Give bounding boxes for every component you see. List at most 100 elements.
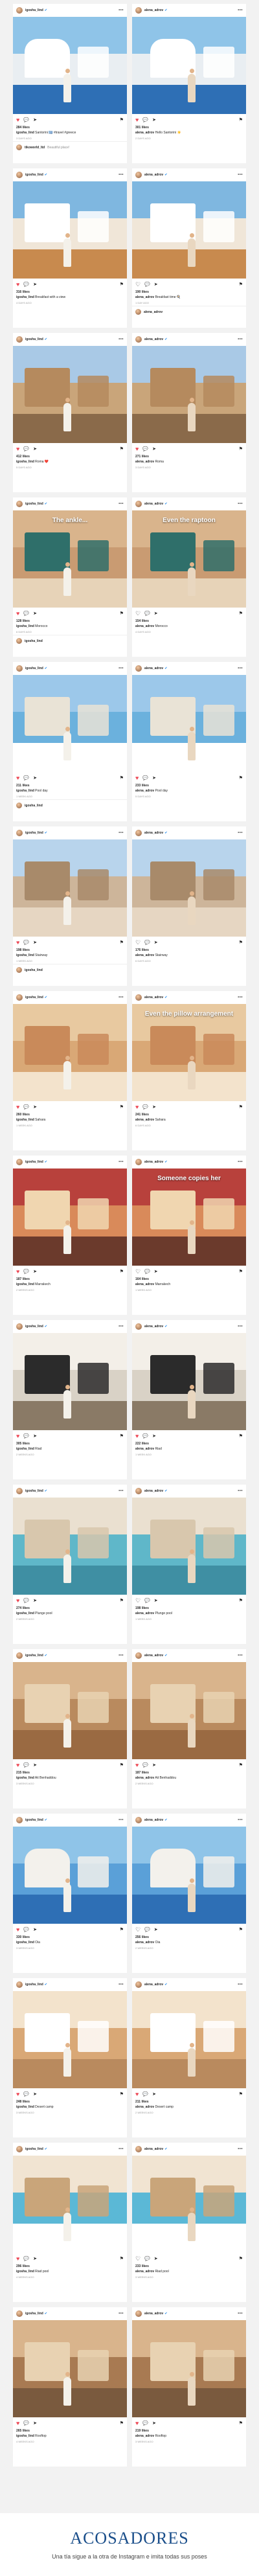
avatar[interactable]	[135, 1323, 142, 1330]
comment-icon[interactable]: 💬	[23, 1927, 29, 1932]
share-icon[interactable]: ➤	[33, 1433, 37, 1439]
post-photo[interactable]	[13, 2156, 127, 2253]
commenter-avatar[interactable]	[16, 144, 22, 150]
more-options-icon[interactable]: •••	[118, 1489, 124, 1493]
comment-icon[interactable]: 💬	[23, 282, 29, 287]
caption-username[interactable]: igosha_lind	[16, 789, 34, 793]
post-photo[interactable]	[132, 181, 246, 279]
avatar[interactable]	[135, 501, 142, 507]
commenter-name[interactable]: igosha_lind	[25, 804, 43, 808]
caption-username[interactable]: igosha_lind	[16, 1941, 34, 1944]
bookmark-icon[interactable]: ⚑	[239, 446, 243, 451]
post-username[interactable]: igosha_lind	[25, 667, 43, 670]
more-options-icon[interactable]: •••	[118, 996, 124, 999]
post-username[interactable]: igosha_lind	[25, 2312, 43, 2316]
more-options-icon[interactable]: •••	[238, 8, 243, 12]
avatar[interactable]	[135, 1652, 142, 1659]
avatar[interactable]	[135, 7, 142, 14]
avatar[interactable]	[16, 336, 23, 343]
post-username[interactable]: igosha_lind	[25, 1818, 43, 1822]
caption-username[interactable]: alena_adrov	[135, 1118, 154, 1122]
like-heart-icon[interactable]: ♡	[135, 610, 141, 617]
like-heart-icon[interactable]: ♥	[16, 117, 19, 123]
post-photo[interactable]	[13, 839, 127, 937]
comment-icon[interactable]: 💬	[144, 282, 150, 287]
post-username[interactable]: alena_adrov	[144, 1983, 163, 1987]
share-icon[interactable]: ➤	[154, 940, 158, 945]
like-heart-icon[interactable]: ♡	[135, 1268, 141, 1275]
more-options-icon[interactable]: •••	[118, 1160, 124, 1164]
more-options-icon[interactable]: •••	[238, 831, 243, 835]
like-heart-icon[interactable]: ♥	[135, 1762, 139, 1768]
caption-username[interactable]: igosha_lind	[16, 460, 34, 464]
share-icon[interactable]: ➤	[152, 1762, 156, 1768]
caption-username[interactable]: alena_adrov	[135, 789, 154, 793]
bookmark-icon[interactable]: ⚑	[239, 2092, 243, 2097]
comment-icon[interactable]: 💬	[23, 117, 29, 122]
post-username[interactable]: igosha_lind	[25, 2147, 43, 2151]
avatar[interactable]	[135, 1981, 142, 1988]
share-icon[interactable]: ➤	[33, 446, 37, 451]
more-options-icon[interactable]: •••	[118, 1818, 124, 1822]
post-photo[interactable]	[132, 17, 246, 114]
post-username[interactable]: igosha_lind	[25, 1489, 43, 1493]
avatar[interactable]	[16, 1981, 23, 1988]
post-username[interactable]: alena_adrov	[144, 831, 163, 835]
post-username[interactable]: alena_adrov	[144, 996, 163, 999]
caption-username[interactable]: igosha_lind	[16, 1282, 34, 1286]
bookmark-icon[interactable]: ⚑	[120, 775, 124, 781]
post-photo[interactable]	[13, 1498, 127, 1595]
more-options-icon[interactable]: •••	[118, 667, 124, 670]
post-photo[interactable]	[13, 1168, 127, 1266]
share-icon[interactable]: ➤	[152, 775, 156, 781]
caption-username[interactable]: igosha_lind	[16, 624, 34, 628]
comment-icon[interactable]: 💬	[142, 775, 148, 781]
post-photo[interactable]	[132, 839, 246, 937]
bookmark-icon[interactable]: ⚑	[120, 1433, 124, 1439]
post-username[interactable]: igosha_lind	[25, 502, 43, 506]
more-options-icon[interactable]: •••	[238, 1654, 243, 1658]
post-photo[interactable]	[13, 1662, 127, 1759]
bookmark-icon[interactable]: ⚑	[120, 2256, 124, 2261]
bookmark-icon[interactable]: ⚑	[120, 282, 124, 287]
caption-username[interactable]: alena_adrov	[135, 624, 154, 628]
avatar[interactable]	[16, 2146, 23, 2152]
post-photo[interactable]	[13, 17, 127, 114]
post-username[interactable]: igosha_lind	[25, 8, 43, 12]
share-icon[interactable]: ➤	[152, 117, 156, 122]
bookmark-icon[interactable]: ⚑	[120, 1762, 124, 1768]
comment-icon[interactable]: 💬	[23, 446, 29, 451]
avatar[interactable]	[135, 1159, 142, 1165]
post-photo[interactable]	[132, 2320, 246, 2417]
more-options-icon[interactable]: •••	[238, 173, 243, 177]
comment-icon[interactable]: 💬	[144, 2256, 150, 2261]
like-heart-icon[interactable]: ♡	[135, 2255, 141, 2263]
caption-username[interactable]: alena_adrov	[135, 460, 154, 464]
comment-icon[interactable]: 💬	[23, 775, 29, 781]
avatar[interactable]	[16, 1488, 23, 1494]
share-icon[interactable]: ➤	[154, 1927, 158, 1932]
post-username[interactable]: alena_adrov	[144, 8, 163, 12]
caption-username[interactable]: igosha_lind	[16, 1447, 34, 1451]
avatar[interactable]	[16, 1652, 23, 1659]
more-options-icon[interactable]: •••	[118, 1983, 124, 1987]
bookmark-icon[interactable]: ⚑	[239, 2421, 243, 2426]
more-options-icon[interactable]: •••	[238, 1818, 243, 1822]
commenter-avatar[interactable]	[16, 803, 22, 808]
post-username[interactable]: alena_adrov	[144, 502, 163, 506]
caption-username[interactable]: alena_adrov	[135, 953, 154, 957]
like-heart-icon[interactable]: ♥	[16, 2091, 19, 2097]
share-icon[interactable]: ➤	[33, 611, 37, 616]
share-icon[interactable]: ➤	[154, 611, 158, 616]
more-options-icon[interactable]: •••	[238, 1983, 243, 1987]
like-heart-icon[interactable]: ♡	[135, 1926, 141, 1933]
share-icon[interactable]: ➤	[152, 446, 156, 451]
avatar[interactable]	[16, 665, 23, 672]
avatar[interactable]	[16, 994, 23, 1001]
like-heart-icon[interactable]: ♥	[135, 1433, 139, 1439]
share-icon[interactable]: ➤	[33, 1269, 37, 1274]
caption-username[interactable]: igosha_lind	[16, 131, 34, 135]
comment-icon[interactable]: 💬	[23, 611, 29, 616]
like-heart-icon[interactable]: ♥	[135, 1104, 139, 1110]
like-heart-icon[interactable]: ♥	[16, 446, 19, 452]
